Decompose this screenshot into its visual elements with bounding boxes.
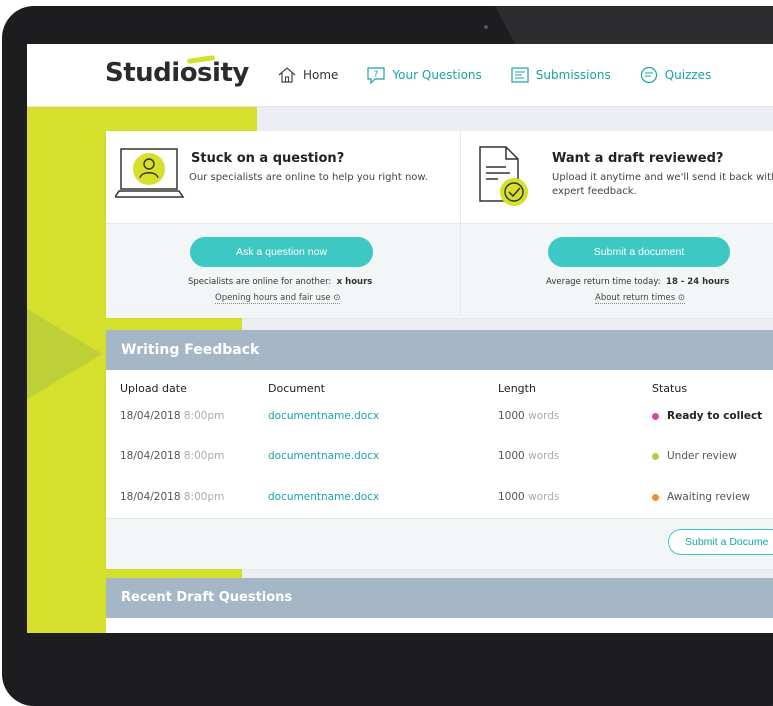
status-dot-icon — [652, 452, 659, 460]
home-icon — [278, 67, 296, 83]
quizzes-icon — [640, 66, 657, 84]
main-nav: Home ? Your Questions Submissions Quizze… — [277, 66, 739, 84]
online-time-value: x hours — [336, 277, 373, 287]
return-time-info: Average return time today: 18 - 24 hours — [546, 277, 729, 287]
upload-time: 8:00pm — [183, 491, 225, 503]
status-label: Awaiting review — [667, 491, 751, 503]
col-length: Length — [498, 382, 536, 395]
nav-quizzes[interactable]: Quizzes — [639, 66, 712, 84]
promo-divider — [460, 131, 461, 317]
submissions-icon — [511, 67, 529, 83]
decor-triangle — [27, 309, 102, 399]
laptop-person-icon — [115, 148, 185, 198]
top-navbar: Studiosity Home ? Your Questions Submiss… — [27, 44, 773, 107]
writing-feedback-footer: Submit a Docume — [106, 518, 773, 569]
submit-document-outline-button[interactable]: Submit a Docume — [668, 529, 773, 555]
document-length: 1000 words — [498, 450, 559, 462]
status-label: Under review — [667, 450, 737, 462]
writing-feedback-panel: Writing Feedback Upload date Document Le… — [106, 330, 773, 569]
upload-time: 8:00pm — [183, 410, 225, 422]
word-count: 1000 — [498, 410, 525, 422]
draft-promo-title: Want a draft reviewed? — [552, 151, 724, 166]
app-screen: Studiosity Home ? Your Questions Submiss… — [27, 44, 773, 633]
nav-your-questions-label: Your Questions — [392, 68, 482, 82]
table-row-date: 18/04/2018 8:00pm — [120, 491, 224, 503]
nav-submissions-label: Submissions — [535, 68, 611, 82]
draft-promo-desc-line2: expert feedback. — [552, 186, 637, 197]
upload-date: 18/04/2018 — [120, 410, 181, 422]
col-document: Document — [268, 382, 325, 395]
word-unit: words — [528, 491, 560, 503]
nav-home[interactable]: Home — [277, 66, 338, 84]
word-count: 1000 — [498, 450, 525, 462]
draft-promo-desc: Upload it anytime and we'll send it back… — [552, 171, 773, 199]
opening-hours-label: Opening hours and fair use — [215, 293, 331, 303]
col-upload-date: Upload date — [120, 382, 187, 395]
nav-quizzes-label: Quizzes — [664, 68, 712, 82]
camera-icon — [484, 25, 488, 29]
recent-drafts-panel: Recent Draft Questions — [106, 578, 773, 633]
draft-promo-desc-line1: Upload it anytime and we'll send it back… — [552, 172, 773, 183]
svg-text:?: ? — [374, 70, 379, 80]
question-promo-desc: Our specialists are online to help you r… — [189, 172, 428, 183]
return-times-label: About return times — [595, 293, 676, 303]
return-time-value: 18 - 24 hours — [666, 277, 730, 287]
studiosity-logo[interactable]: Studiosity — [105, 58, 249, 88]
nav-your-questions[interactable]: ? Your Questions — [366, 66, 482, 84]
upload-date: 18/04/2018 — [120, 491, 181, 503]
nav-submissions[interactable]: Submissions — [510, 66, 611, 84]
nav-home-label: Home — [303, 68, 339, 82]
word-unit: words — [528, 410, 560, 422]
document-link[interactable]: documentname.docx — [268, 450, 379, 462]
return-time-label: Average return time today: — [546, 277, 661, 287]
recent-drafts-title: Recent Draft Questions — [106, 578, 773, 618]
document-length: 1000 words — [498, 410, 559, 422]
word-count: 1000 — [498, 491, 525, 503]
writing-feedback-title: Writing Feedback — [106, 330, 773, 370]
online-time-label: Specialists are online for another: — [188, 277, 332, 287]
document-link[interactable]: documentname.docx — [268, 410, 379, 422]
status-badge: Under review — [652, 450, 737, 462]
upload-date: 18/04/2018 — [120, 450, 181, 462]
table-row-date: 18/04/2018 8:00pm — [120, 410, 224, 422]
document-check-icon — [479, 146, 528, 206]
question-icon: ? — [367, 67, 386, 84]
question-promo-title: Stuck on a question? — [191, 151, 345, 166]
status-dot-icon — [652, 412, 659, 420]
online-time-info: Specialists are online for another: x ho… — [188, 277, 372, 287]
status-badge: Ready to collect — [652, 410, 762, 422]
return-times-link[interactable]: About return times ⊙ — [595, 293, 685, 304]
table-row-date: 18/04/2018 8:00pm — [120, 450, 224, 462]
col-status: Status — [652, 382, 688, 395]
info-icon: ⊙ — [677, 293, 685, 303]
status-label: Ready to collect — [667, 410, 763, 422]
info-icon: ⊙ — [333, 293, 341, 303]
device-sheen — [494, 6, 773, 44]
document-length: 1000 words — [498, 491, 559, 503]
opening-hours-link[interactable]: Opening hours and fair use ⊙ — [215, 293, 341, 304]
document-link[interactable]: documentname.docx — [268, 491, 379, 503]
word-unit: words — [528, 450, 560, 462]
upload-time: 8:00pm — [183, 450, 225, 462]
ask-question-button[interactable]: Ask a question now — [190, 237, 373, 267]
submit-document-button[interactable]: Submit a document — [548, 237, 730, 267]
status-dot-icon — [652, 493, 659, 501]
status-badge: Awaiting review — [652, 491, 750, 503]
promo-card: Stuck on a question? Our specialists are… — [106, 131, 773, 318]
